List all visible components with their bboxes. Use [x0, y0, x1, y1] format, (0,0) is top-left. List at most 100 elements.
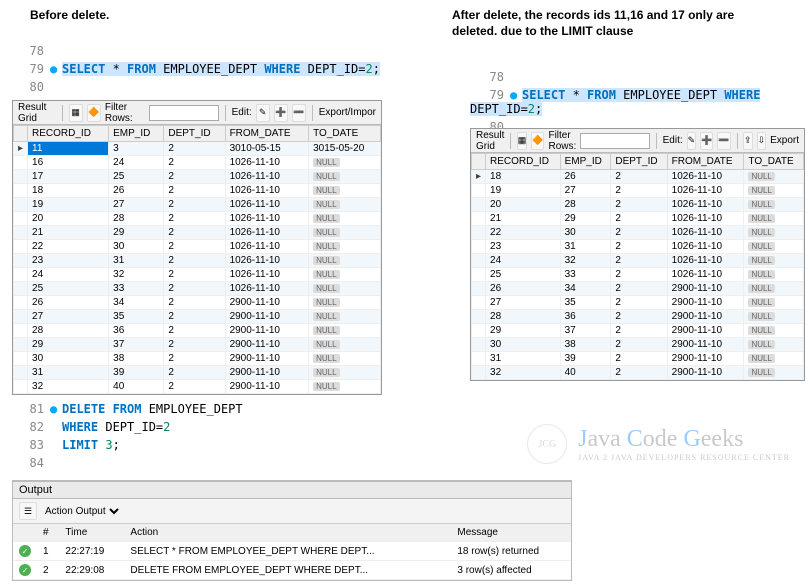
- table-cell[interactable]: 35: [109, 310, 164, 324]
- table-cell[interactable]: 31: [560, 240, 611, 254]
- table-cell[interactable]: 31: [109, 254, 164, 268]
- table-cell[interactable]: 21: [486, 212, 561, 226]
- table-cell[interactable]: 30: [109, 240, 164, 254]
- table-cell[interactable]: 25: [28, 282, 109, 296]
- table-cell[interactable]: 2: [164, 380, 225, 394]
- table-cell[interactable]: NULL: [309, 156, 381, 170]
- left-table-wrap[interactable]: RECORD_ID EMP_ID DEPT_ID FROM_DATE TO_DA…: [13, 125, 381, 394]
- table-cell[interactable]: NULL: [744, 366, 804, 380]
- table-cell[interactable]: 3015-05-20: [309, 142, 381, 156]
- table-cell[interactable]: NULL: [309, 352, 381, 366]
- table-cell[interactable]: 2: [164, 352, 225, 366]
- sql-line[interactable]: LIMIT 3;: [62, 438, 120, 452]
- table-cell[interactable]: 2: [164, 184, 225, 198]
- table-cell[interactable]: 1026-11-10: [667, 254, 744, 268]
- table-cell[interactable]: NULL: [744, 310, 804, 324]
- table-cell[interactable]: 2: [611, 324, 667, 338]
- table-cell[interactable]: 2: [164, 212, 225, 226]
- filter-icon[interactable]: 🔶: [531, 132, 544, 150]
- table-cell[interactable]: 34: [560, 282, 611, 296]
- table-cell[interactable]: 29: [486, 324, 561, 338]
- table-row[interactable]: 192721026-11-10NULL: [472, 184, 804, 198]
- table-cell[interactable]: 35: [560, 296, 611, 310]
- table-cell[interactable]: NULL: [744, 338, 804, 352]
- table-cell[interactable]: 23: [486, 240, 561, 254]
- table-cell[interactable]: 2: [611, 268, 667, 282]
- add-icon[interactable]: ➕: [274, 104, 288, 122]
- table-cell[interactable]: 33: [560, 268, 611, 282]
- table-cell[interactable]: 27: [560, 184, 611, 198]
- table-cell[interactable]: 2: [164, 268, 225, 282]
- table-cell[interactable]: 31: [486, 352, 561, 366]
- table-cell[interactable]: 34: [109, 296, 164, 310]
- col-header[interactable]: TO_DATE: [744, 154, 804, 170]
- filter-input[interactable]: [149, 105, 219, 121]
- table-row[interactable]: 243221026-11-10NULL: [14, 268, 381, 282]
- output-dropdown[interactable]: Action Output: [41, 505, 122, 518]
- table-cell[interactable]: 2900-11-10: [667, 352, 744, 366]
- add-icon[interactable]: ➕: [700, 132, 713, 150]
- table-cell[interactable]: 1026-11-10: [225, 254, 309, 268]
- table-cell[interactable]: 38: [109, 352, 164, 366]
- table-cell[interactable]: 2: [611, 296, 667, 310]
- table-cell[interactable]: 17: [28, 170, 109, 184]
- table-row[interactable]: ▸11323010-05-153015-05-20: [14, 142, 381, 156]
- table-cell[interactable]: 2900-11-10: [225, 366, 309, 380]
- delete-icon[interactable]: ➖: [292, 104, 306, 122]
- table-cell[interactable]: 2: [164, 240, 225, 254]
- table-row[interactable]: 303822900-11-10NULL: [472, 338, 804, 352]
- table-cell[interactable]: 2: [164, 366, 225, 380]
- table-cell[interactable]: 2: [611, 212, 667, 226]
- table-row[interactable]: 283622900-11-10NULL: [472, 310, 804, 324]
- table-cell[interactable]: 27: [109, 198, 164, 212]
- table-cell[interactable]: 2: [611, 366, 667, 380]
- import-icon[interactable]: ⇩: [757, 132, 767, 150]
- table-cell[interactable]: 26: [560, 170, 611, 184]
- table-row[interactable]: 233121026-11-10NULL: [472, 240, 804, 254]
- filter-input[interactable]: [580, 133, 650, 149]
- table-cell[interactable]: NULL: [744, 170, 804, 184]
- col-header[interactable]: RECORD_ID: [28, 126, 109, 142]
- table-row[interactable]: ▸182621026-11-10NULL: [472, 170, 804, 184]
- table-cell[interactable]: 18: [486, 170, 561, 184]
- table-cell[interactable]: NULL: [744, 296, 804, 310]
- table-cell[interactable]: NULL: [744, 226, 804, 240]
- table-cell[interactable]: 1026-11-10: [667, 226, 744, 240]
- table-cell[interactable]: 24: [28, 268, 109, 282]
- table-cell[interactable]: 25: [486, 268, 561, 282]
- table-cell[interactable]: NULL: [309, 366, 381, 380]
- table-cell[interactable]: 39: [560, 352, 611, 366]
- table-cell[interactable]: NULL: [309, 184, 381, 198]
- col-header[interactable]: EMP_ID: [109, 126, 164, 142]
- table-cell[interactable]: NULL: [744, 268, 804, 282]
- table-cell[interactable]: 2: [164, 142, 225, 156]
- table-cell[interactable]: 26: [109, 184, 164, 198]
- table-cell[interactable]: 2: [611, 282, 667, 296]
- table-cell[interactable]: 2900-11-10: [667, 324, 744, 338]
- table-cell[interactable]: 2900-11-10: [225, 380, 309, 394]
- table-cell[interactable]: 37: [109, 338, 164, 352]
- table-cell[interactable]: 27: [28, 310, 109, 324]
- table-cell[interactable]: NULL: [309, 324, 381, 338]
- table-row[interactable]: 303822900-11-10NULL: [14, 352, 381, 366]
- table-cell[interactable]: NULL: [744, 352, 804, 366]
- table-row[interactable]: 293722900-11-10NULL: [472, 324, 804, 338]
- table-row[interactable]: 313922900-11-10NULL: [14, 366, 381, 380]
- table-cell[interactable]: 2900-11-10: [667, 310, 744, 324]
- edit-icon[interactable]: ✎: [687, 132, 697, 150]
- table-row[interactable]: 182621026-11-10NULL: [14, 184, 381, 198]
- table-cell[interactable]: 19: [486, 184, 561, 198]
- table-cell[interactable]: 22: [28, 240, 109, 254]
- table-cell[interactable]: 20: [486, 198, 561, 212]
- table-cell[interactable]: 2: [164, 324, 225, 338]
- table-cell[interactable]: NULL: [744, 212, 804, 226]
- export-icon[interactable]: ⇪: [743, 132, 753, 150]
- table-cell[interactable]: NULL: [309, 268, 381, 282]
- table-cell[interactable]: 37: [560, 324, 611, 338]
- table-cell[interactable]: 2: [611, 310, 667, 324]
- table-row[interactable]: 223021026-11-10NULL: [472, 226, 804, 240]
- table-cell[interactable]: 2900-11-10: [225, 310, 309, 324]
- table-row[interactable]: 253321026-11-10NULL: [472, 268, 804, 282]
- right-table-wrap[interactable]: RECORD_ID EMP_ID DEPT_ID FROM_DATE TO_DA…: [471, 153, 804, 380]
- table-cell[interactable]: NULL: [309, 310, 381, 324]
